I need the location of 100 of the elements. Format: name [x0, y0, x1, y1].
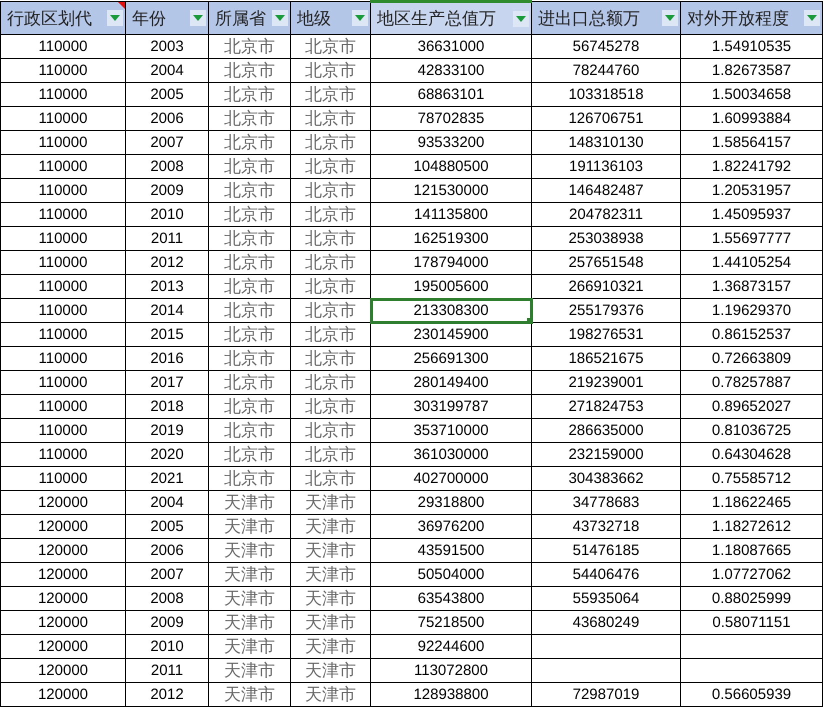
table-cell: 353710000: [370, 418, 532, 442]
table-cell: 36631000: [370, 34, 532, 58]
table-cell: 55935064: [532, 586, 680, 610]
table-cell: 北京市: [208, 34, 290, 58]
filter-dropdown-button[interactable]: [513, 10, 529, 26]
table-cell: 2010: [126, 634, 208, 658]
table-cell: 北京市: [290, 466, 370, 490]
table-cell: 110000: [0, 466, 126, 490]
table-cell: 北京市: [208, 82, 290, 106]
table-cell: 0.58071151: [680, 610, 822, 634]
table-cell: 257651548: [532, 250, 680, 274]
table-cell: 110000: [0, 442, 126, 466]
table-cell: 北京市: [208, 106, 290, 130]
table-cell: 北京市: [208, 370, 290, 394]
filter-dropdown-button[interactable]: [107, 10, 123, 26]
table-cell: 103318518: [532, 82, 680, 106]
table-cell: 北京市: [208, 226, 290, 250]
table-cell: 0.86152537: [680, 322, 822, 346]
table-cell: 北京市: [290, 442, 370, 466]
table-cell: 2014: [126, 298, 208, 322]
table-cell: 266910321: [532, 274, 680, 298]
filter-dropdown-button[interactable]: [272, 10, 288, 26]
table-cell: 天津市: [208, 490, 290, 514]
table-cell: 271824753: [532, 394, 680, 418]
table-cell: 天津市: [208, 562, 290, 586]
table-cell: 110000: [0, 178, 126, 202]
table-cell: 110000: [0, 370, 126, 394]
table-cell: 1.18272612: [680, 514, 822, 538]
table-cell: 北京市: [290, 202, 370, 226]
table-cell: 253038938: [532, 226, 680, 250]
header-label: 地区生产总值万: [377, 8, 496, 30]
table-cell: 天津市: [290, 586, 370, 610]
table-cell: 93533200: [370, 130, 532, 154]
table-cell: 2009: [126, 610, 208, 634]
table-cell: 天津市: [290, 634, 370, 658]
table-cell: 2012: [126, 682, 208, 706]
table-cell: 2009: [126, 178, 208, 202]
table-cell: 北京市: [290, 106, 370, 130]
table-cell: 北京市: [208, 394, 290, 418]
table-cell: 1.36873157: [680, 274, 822, 298]
table-cell: 110000: [0, 250, 126, 274]
table-cell: 1.45095937: [680, 202, 822, 226]
table-cell: 天津市: [208, 658, 290, 682]
table-cell: 2007: [126, 562, 208, 586]
table-cell: 2004: [126, 490, 208, 514]
table-cell: 92244600: [370, 634, 532, 658]
filter-dropdown-button[interactable]: [190, 10, 206, 26]
table-cell: 34778683: [532, 490, 680, 514]
table-cell: 2010: [126, 202, 208, 226]
table-cell: 北京市: [290, 322, 370, 346]
table-cell: 110000: [0, 202, 126, 226]
table-cell: 72987019: [532, 682, 680, 706]
table-cell: 29318800: [370, 490, 532, 514]
table-cell: 0.72663809: [680, 346, 822, 370]
table-cell: 2008: [126, 154, 208, 178]
table-cell: 1.82241792: [680, 154, 822, 178]
table-cell: 120000: [0, 490, 126, 514]
table-cell: 北京市: [208, 130, 290, 154]
table-cell: 78244760: [532, 58, 680, 82]
table-cell: 255179376: [532, 298, 680, 322]
table-cell: 110000: [0, 130, 126, 154]
table-cell: 1.54910535: [680, 34, 822, 58]
table-cell: 361030000: [370, 442, 532, 466]
table-cell: 2008: [126, 586, 208, 610]
table-cell: 北京市: [208, 418, 290, 442]
table-cell: 43732718: [532, 514, 680, 538]
table-cell: 北京市: [290, 346, 370, 370]
table-cell: 1.18087665: [680, 538, 822, 562]
table-cell: 北京市: [290, 226, 370, 250]
table-cell: 50504000: [370, 562, 532, 586]
table-cell: 219239001: [532, 370, 680, 394]
table-cell: 1.18622465: [680, 490, 822, 514]
table-cell: 北京市: [208, 442, 290, 466]
table-cell: 110000: [0, 394, 126, 418]
table-cell: 141135800: [370, 202, 532, 226]
header-label: 年份: [132, 8, 166, 30]
table-cell: 天津市: [290, 562, 370, 586]
filter-dropdown-button[interactable]: [662, 10, 678, 26]
table-cell: 110000: [0, 154, 126, 178]
table-cell: 2015: [126, 322, 208, 346]
table-cell: 110000: [0, 346, 126, 370]
table-cell: 天津市: [208, 586, 290, 610]
table-cell: 北京市: [290, 370, 370, 394]
table-cell: 2006: [126, 106, 208, 130]
table-cell: 120000: [0, 658, 126, 682]
table-cell: 110000: [0, 106, 126, 130]
filter-dropdown-button[interactable]: [352, 10, 368, 26]
filter-dropdown-button[interactable]: [804, 10, 820, 26]
table-cell: 120000: [0, 682, 126, 706]
table-cell: 110000: [0, 82, 126, 106]
table-cell: 1.19629370: [680, 298, 822, 322]
table-cell: 110000: [0, 34, 126, 58]
table-cell: 286635000: [532, 418, 680, 442]
table-cell: 2018: [126, 394, 208, 418]
table-cell: 2012: [126, 250, 208, 274]
table-cell: 北京市: [290, 298, 370, 322]
table-cell: 110000: [0, 274, 126, 298]
table-cell: 北京市: [290, 394, 370, 418]
table-cell: 104880500: [370, 154, 532, 178]
table-cell: 天津市: [208, 538, 290, 562]
